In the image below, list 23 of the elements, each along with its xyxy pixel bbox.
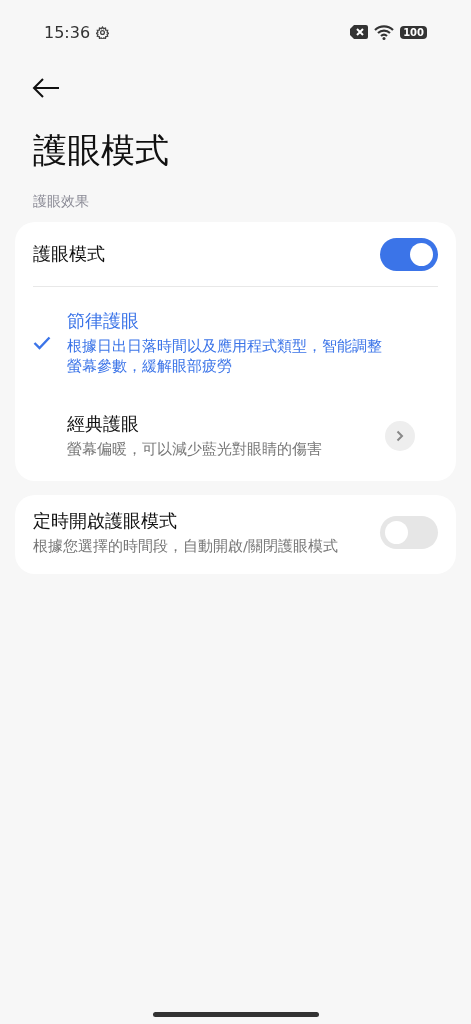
mode-option[interactable]: 經典護眼 螢幕偏暖，可以減少藍光對眼睛的傷害 [33, 384, 438, 467]
setting-description: 根據您選擇的時間段，自動開啟/關閉護眼模式 [33, 537, 339, 556]
toggle-switch[interactable] [380, 516, 438, 549]
gear-icon [96, 25, 110, 39]
back-arrow-icon [32, 78, 60, 98]
status-time: 15:36 [44, 22, 91, 42]
setting-label: 護眼模式 [33, 242, 105, 266]
back-button[interactable] [32, 76, 62, 100]
option-description: 根據日出日落時間以及應用程式類型，智能調整螢幕參數，緩解眼部疲勞 [67, 337, 383, 376]
option-title: 節律護眼 [67, 309, 140, 333]
toggle-switch[interactable] [380, 237, 438, 271]
page-title: 護眼模式 [33, 129, 170, 172]
option-description: 螢幕偏暖，可以減少藍光對眼睛的傷害 [67, 440, 323, 459]
setting-label: 定時開啟護眼模式 [33, 509, 178, 533]
mode-option[interactable]: 節律護眼 根據日出日落時間以及應用程式類型，智能調整螢幕參數，緩解眼部疲勞 [33, 287, 438, 384]
chevron-right-icon [396, 429, 404, 442]
checkmark-icon [33, 335, 51, 350]
option-title: 經典護眼 [67, 412, 140, 436]
sim-off-icon [350, 25, 369, 39]
wifi-icon [374, 24, 395, 40]
battery-indicator: 100 [400, 25, 427, 39]
detail-button[interactable] [385, 420, 415, 451]
section-label: 護眼效果 [33, 192, 90, 210]
